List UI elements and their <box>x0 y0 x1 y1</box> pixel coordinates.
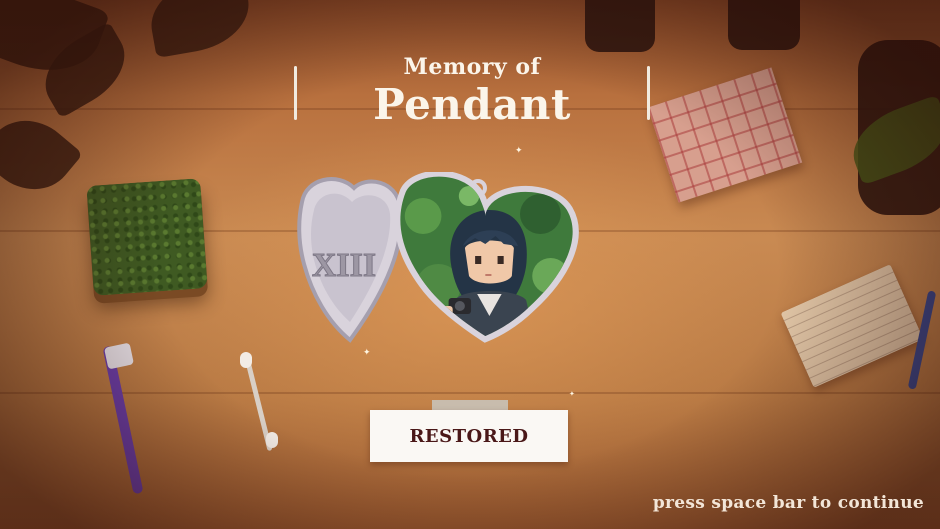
plant-leaf-decoration <box>144 0 256 59</box>
plant-leaf-decoration <box>0 102 84 208</box>
memory-title: Memory of Pendant <box>294 50 650 140</box>
sparkle-icon: ✦ <box>569 390 575 398</box>
notepad-decoration <box>780 264 924 388</box>
status-badge: RESTORED <box>370 400 568 464</box>
memory-title-prefix: Memory of <box>403 54 541 80</box>
continue-prompt[interactable]: press space bar to continue <box>653 493 924 513</box>
restored-badge: RESTORED <box>370 410 568 462</box>
jar-decoration <box>728 0 800 50</box>
title-right-bar <box>647 66 650 120</box>
jar-decoration <box>585 0 655 52</box>
sparkle-icon: ✦ <box>515 146 523 156</box>
memory-item-name: Pendant <box>373 80 571 129</box>
locket-engraving: XIII <box>312 247 376 284</box>
cotton-swab-tip-decoration <box>266 432 278 448</box>
toothbrush-head-decoration <box>103 342 135 370</box>
game-screen: Memory of Pendant ✦ ✦ ✦ XIII RESTORED pr… <box>0 0 940 529</box>
cotton-swab-tip-decoration <box>240 352 252 368</box>
checkered-napkin-decoration <box>647 67 803 203</box>
green-sponge-decoration <box>86 178 208 296</box>
heart-locket-icon: XIII <box>297 172 579 343</box>
restored-label: RESTORED <box>409 425 529 447</box>
title-left-bar <box>294 66 297 120</box>
table-plank-line <box>0 392 940 394</box>
